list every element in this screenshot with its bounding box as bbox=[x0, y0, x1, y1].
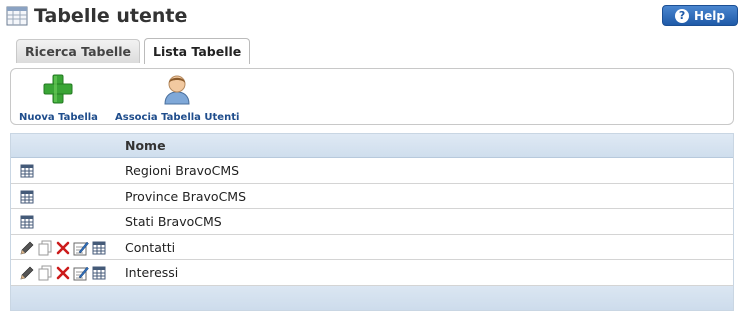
edit-fields-icon[interactable] bbox=[73, 265, 89, 281]
grid-header: Nome bbox=[11, 134, 733, 158]
help-icon: ? bbox=[675, 8, 690, 23]
tables-grid: Nome Regioni BravoCMS Province BravoCMS … bbox=[10, 133, 734, 311]
edit-fields-icon[interactable] bbox=[73, 240, 89, 256]
table-row: Province BravoCMS bbox=[11, 183, 733, 210]
help-button-label: Help bbox=[694, 8, 725, 23]
associate-users-label: Associa Tabella Utenti bbox=[115, 112, 240, 123]
table-row-name: Contatti bbox=[125, 239, 176, 255]
table-icon[interactable] bbox=[91, 240, 107, 256]
toolbar: Nuova Tabella Associa Tabella Utenti bbox=[10, 68, 734, 125]
page-title: Tabelle utente bbox=[34, 5, 188, 27]
delete-icon[interactable] bbox=[55, 265, 71, 281]
table-row: Stati BravoCMS bbox=[11, 209, 733, 235]
new-table-button[interactable]: Nuova Tabella bbox=[19, 73, 98, 123]
delete-icon[interactable] bbox=[55, 240, 71, 256]
grid-footer bbox=[11, 285, 733, 310]
user-icon bbox=[161, 73, 193, 109]
plus-icon bbox=[41, 73, 75, 109]
edit-pencil-icon[interactable] bbox=[19, 265, 35, 281]
tab-bar: Ricerca Tabelle Lista Tabelle bbox=[16, 38, 251, 64]
table-row: Interessi bbox=[11, 260, 733, 286]
table-row-name: Regioni BravoCMS bbox=[125, 163, 240, 178]
edit-pencil-icon[interactable] bbox=[19, 240, 35, 256]
table-icon[interactable] bbox=[19, 214, 35, 230]
table-row: Contatti bbox=[11, 234, 733, 261]
table-window-icon bbox=[6, 6, 28, 26]
table-icon[interactable] bbox=[19, 163, 35, 179]
new-table-label: Nuova Tabella bbox=[19, 112, 98, 123]
associate-users-button[interactable]: Associa Tabella Utenti bbox=[115, 73, 239, 123]
tab-ricerca-tabelle[interactable]: Ricerca Tabelle bbox=[16, 39, 140, 63]
help-button[interactable]: ? Help bbox=[662, 5, 738, 26]
page-header: Tabelle utente bbox=[6, 4, 187, 28]
copy-icon[interactable] bbox=[37, 265, 53, 281]
table-row-name: Province BravoCMS bbox=[125, 188, 247, 204]
table-icon[interactable] bbox=[19, 189, 35, 205]
table-row-name: Stati BravoCMS bbox=[125, 214, 222, 230]
column-header-name[interactable]: Nome bbox=[125, 138, 166, 153]
copy-icon[interactable] bbox=[37, 240, 53, 256]
table-row-name: Interessi bbox=[125, 265, 179, 281]
table-row: Regioni BravoCMS bbox=[11, 158, 733, 184]
tab-lista-tabelle[interactable]: Lista Tabelle bbox=[143, 38, 251, 64]
table-icon[interactable] bbox=[91, 265, 107, 281]
